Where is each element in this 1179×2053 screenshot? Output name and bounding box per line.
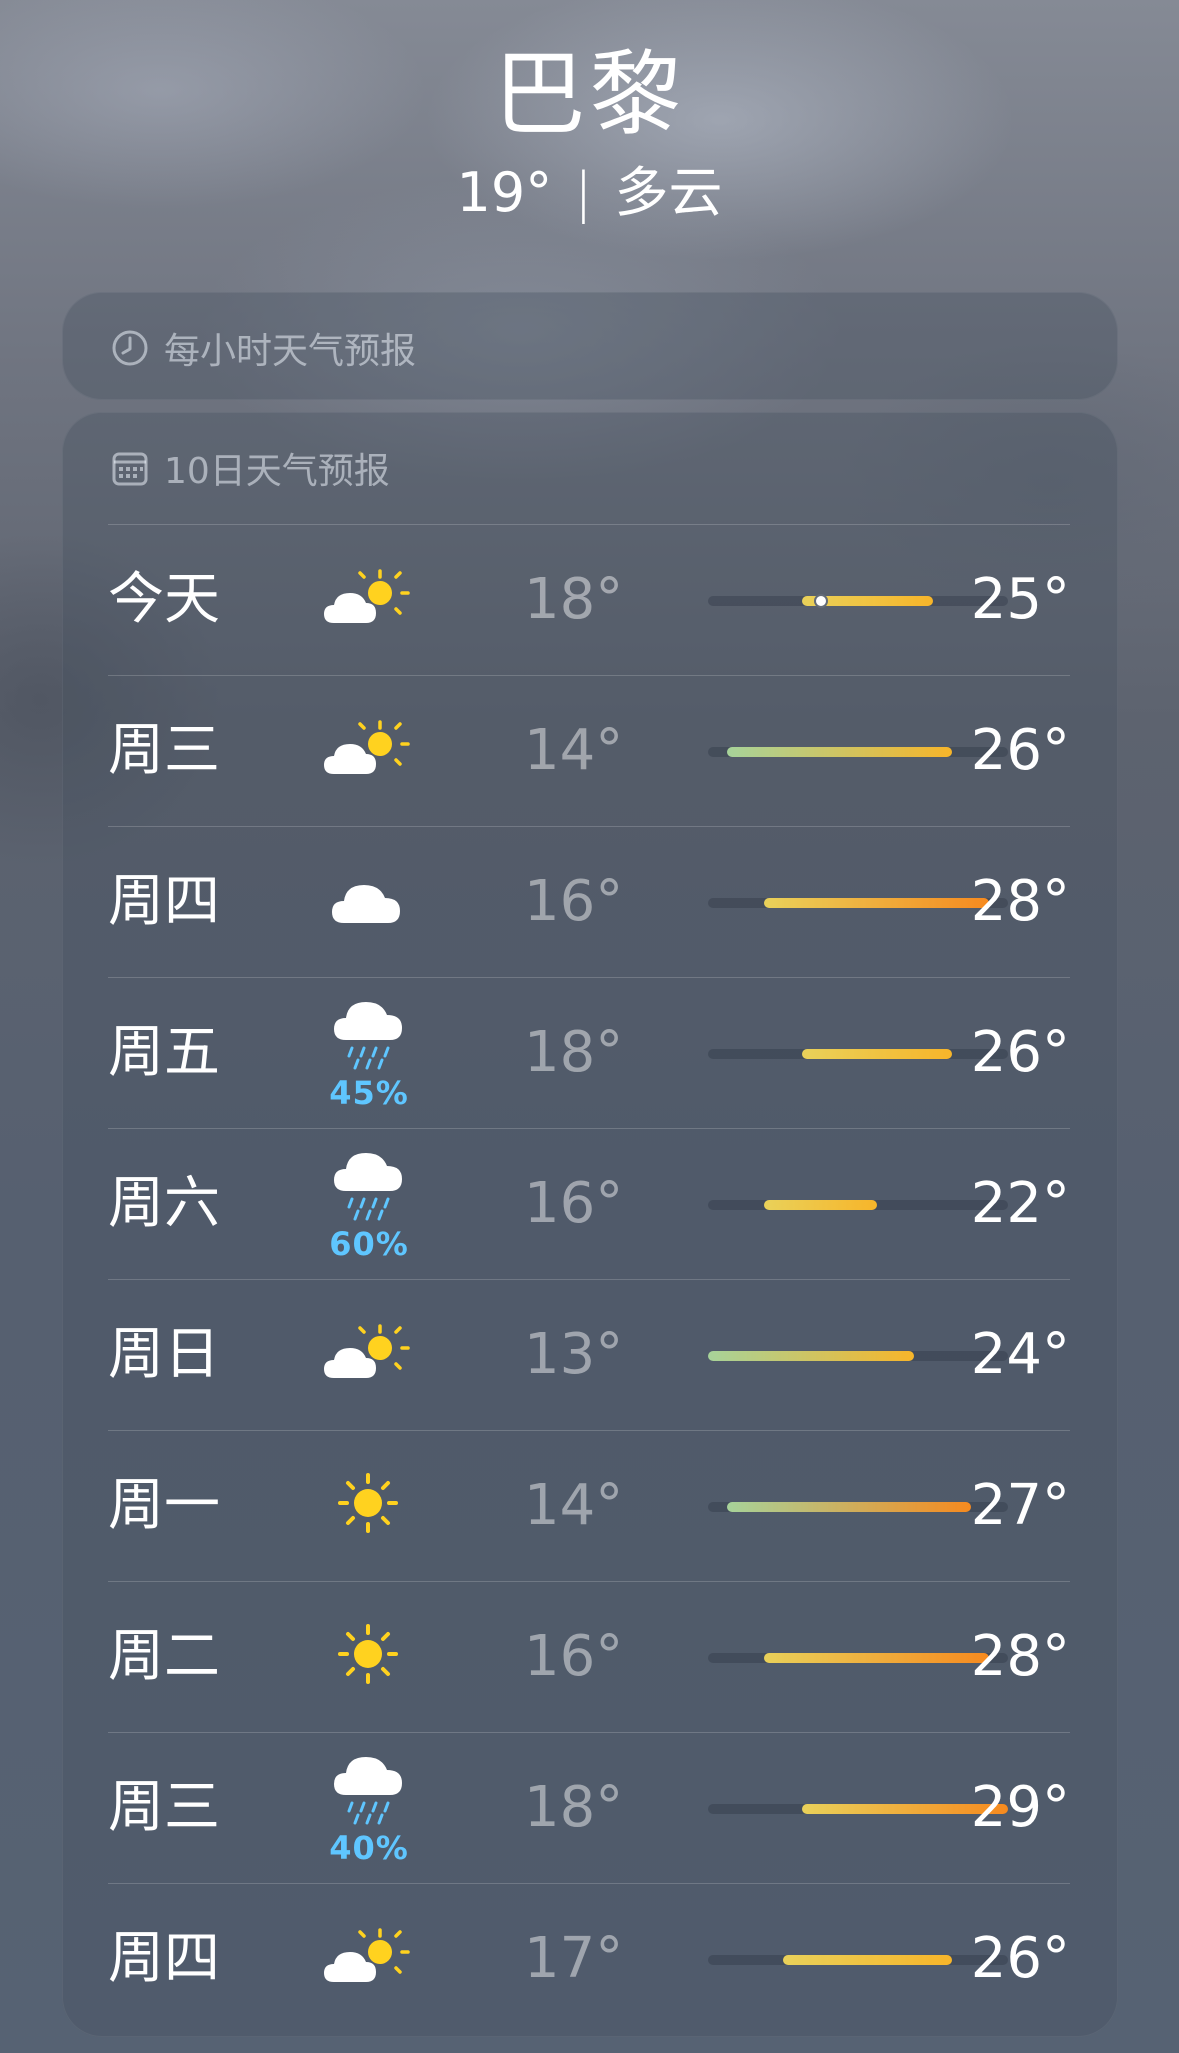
partly-cloudy-sun-icon xyxy=(318,1924,418,1984)
low-temperature: 13° xyxy=(524,1322,624,1387)
temperature-range-bar xyxy=(708,1049,1008,1059)
forecast-row[interactable]: 周三 14° 26° xyxy=(108,675,1070,826)
forecast-day-label: 周三 xyxy=(108,1775,220,1840)
city-name: 巴黎 xyxy=(493,41,686,148)
precipitation-chance: 45% xyxy=(329,1074,409,1112)
forecast-row[interactable]: 周五 45% 18° 26° xyxy=(108,977,1070,1128)
forecast-day-label: 周日 xyxy=(108,1322,220,1387)
forecast-day-label: 周五 xyxy=(108,1020,220,1085)
hourly-forecast-title: 每小时天气预报 xyxy=(164,331,417,372)
rain-cloud-icon xyxy=(318,1147,418,1221)
forecast-row[interactable]: 周日 13° 24° xyxy=(108,1279,1070,1430)
current-temperature-marker xyxy=(813,594,828,608)
temperature-range-fill xyxy=(764,1653,990,1663)
high-temperature: 26° xyxy=(970,1020,1070,1085)
forecast-day-label: 周二 xyxy=(108,1624,220,1689)
forecast-day-label: 周六 xyxy=(108,1171,220,1236)
temperature-range-bar xyxy=(708,1351,1008,1361)
temperature-range-bar xyxy=(708,1804,1008,1814)
temperature-range-fill xyxy=(726,1502,971,1512)
ten-day-forecast-title: 10日天气预报 xyxy=(164,451,390,492)
forecast-row[interactable]: 周二 16° 28° xyxy=(108,1581,1070,1732)
temperature-range-bar xyxy=(708,594,1008,608)
high-temperature: 22° xyxy=(970,1171,1070,1236)
forecast-row[interactable]: 周一 14° 27° xyxy=(108,1430,1070,1581)
temperature-range-fill xyxy=(726,747,952,757)
current-summary: 19° | 多云 xyxy=(0,158,1179,228)
forecast-day-label: 周三 xyxy=(108,718,220,783)
forecast-row[interactable]: 周六 60% 16° 22° xyxy=(108,1128,1070,1279)
forecast-row[interactable]: 今天 18° 25° xyxy=(108,524,1070,675)
forecast-rows: 今天 18° 25° 周三 14° 26° 周四 16° 28° 周五 45% 18° 26° 周六 60%… xyxy=(108,524,1070,2034)
high-temperature: 28° xyxy=(970,869,1070,934)
temperature-range-fill xyxy=(783,1955,952,1965)
current-temperature: 19° xyxy=(456,161,553,224)
forecast-day-label: 周四 xyxy=(108,1926,220,1991)
low-temperature: 18° xyxy=(524,1020,624,1085)
low-temperature: 16° xyxy=(524,1624,624,1689)
clock-icon xyxy=(112,330,148,366)
precipitation-chance: 40% xyxy=(329,1829,409,1867)
forecast-day-label: 周四 xyxy=(108,869,220,934)
cloud-icon xyxy=(318,867,418,927)
forecast-row[interactable]: 周四 16° 28° xyxy=(108,826,1070,977)
low-temperature: 16° xyxy=(524,1171,624,1236)
partly-cloudy-sun-icon xyxy=(318,716,418,776)
high-temperature: 24° xyxy=(970,1322,1070,1387)
forecast-day-label: 周一 xyxy=(108,1473,220,1538)
temperature-range-fill xyxy=(764,898,990,908)
hourly-forecast-card[interactable]: 每小时天气预报 xyxy=(62,292,1118,400)
high-temperature: 27° xyxy=(970,1473,1070,1538)
low-temperature: 18° xyxy=(524,567,624,632)
sun-icon xyxy=(318,1622,418,1684)
temperature-range-bar xyxy=(708,1200,1008,1210)
precipitation-chance: 60% xyxy=(329,1225,409,1263)
sun-icon xyxy=(318,1471,418,1533)
high-temperature: 26° xyxy=(970,718,1070,783)
partly-cloudy-sun-icon xyxy=(318,1320,418,1380)
low-temperature: 14° xyxy=(524,718,624,783)
location-header: 巴黎 19° | 多云 xyxy=(0,40,1179,228)
temperature-range-bar xyxy=(708,1955,1008,1965)
forecast-row[interactable]: 周三 40% 18° 29° xyxy=(108,1732,1070,1883)
forecast-day-label: 今天 xyxy=(108,567,220,632)
temperature-range-fill xyxy=(764,1200,877,1210)
high-temperature: 25° xyxy=(970,567,1070,632)
ten-day-forecast-card: 10日天气预报 今天 18° 25° 周三 14° 26° 周四 16° 28° 周五 45% 18°… xyxy=(62,412,1118,2037)
low-temperature: 16° xyxy=(524,869,624,934)
ten-day-forecast-header: 10日天气预报 xyxy=(110,442,390,494)
temperature-range-bar xyxy=(708,747,1008,757)
low-temperature: 14° xyxy=(524,1473,624,1538)
rain-cloud-icon xyxy=(318,1751,418,1825)
summary-separator: | xyxy=(574,161,593,224)
high-temperature: 26° xyxy=(970,1926,1070,1991)
temperature-range-fill xyxy=(708,1351,915,1361)
high-temperature: 29° xyxy=(970,1775,1070,1840)
low-temperature: 18° xyxy=(524,1775,624,1840)
high-temperature: 28° xyxy=(970,1624,1070,1689)
temperature-range-bar xyxy=(708,1653,1008,1663)
partly-cloudy-sun-icon xyxy=(318,565,418,625)
temperature-range-bar xyxy=(708,1502,1008,1512)
calendar-icon xyxy=(112,452,148,486)
low-temperature: 17° xyxy=(524,1926,624,1991)
forecast-row[interactable]: 周四 17° 26° xyxy=(108,1883,1070,2034)
temperature-range-fill xyxy=(801,1049,952,1059)
rain-cloud-icon xyxy=(318,996,418,1070)
hourly-forecast-header: 每小时天气预报 xyxy=(110,322,416,374)
temperature-range-bar xyxy=(708,898,1008,908)
current-condition: 多云 xyxy=(614,161,723,224)
